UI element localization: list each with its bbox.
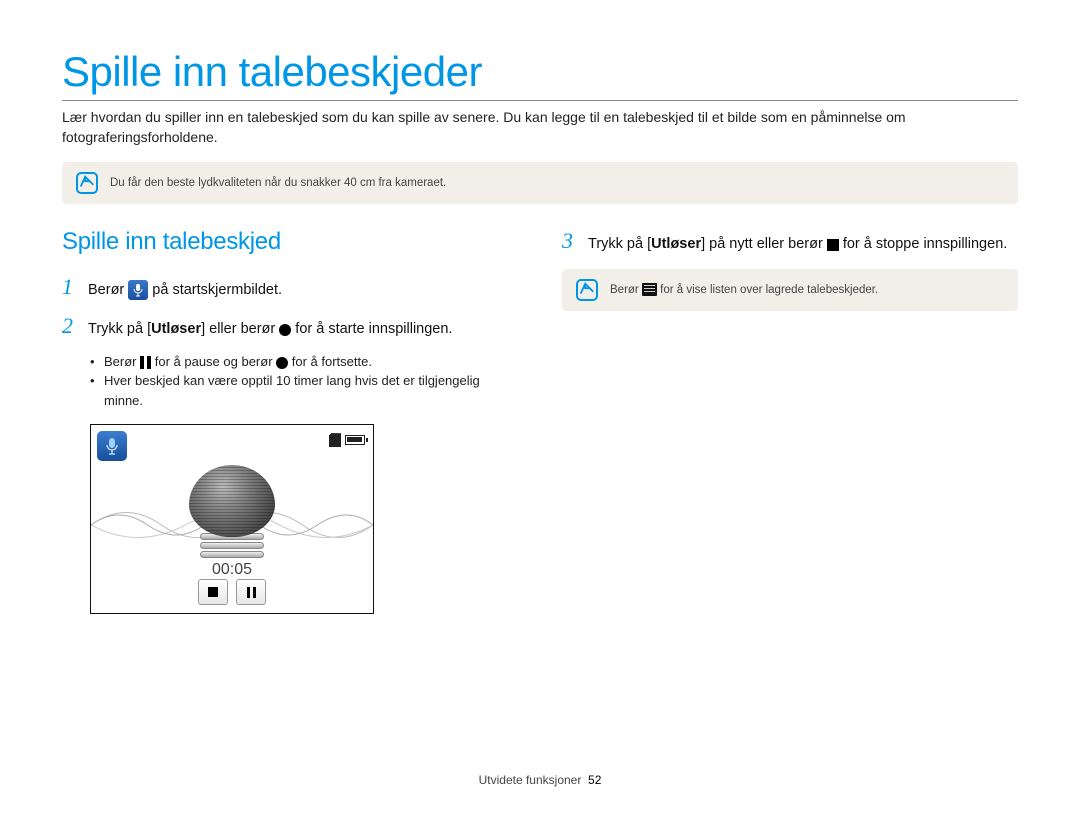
tip-box-quality: Du får den beste lydkvaliteten når du sn… [62, 162, 1018, 204]
step-number: 1 [62, 274, 80, 300]
microphone-graphic [189, 465, 275, 560]
record-icon [276, 357, 288, 369]
left-column: Spille inn talebeskjed 1 Berør på starts… [62, 228, 518, 615]
note-icon [576, 279, 598, 301]
page-title: Spille inn talebeskjeder [62, 48, 1018, 96]
step-3: 3 Trykk på [Utløser] på nytt eller berør… [562, 228, 1018, 255]
step-1: 1 Berør på startskjermbildet. [62, 274, 518, 301]
bullet-duration: Hver beskjed kan være opptil 10 timer la… [90, 371, 518, 410]
right-column: 3 Trykk på [Utløser] på nytt eller berør… [562, 228, 1018, 615]
note-icon [76, 172, 98, 194]
page-footer: Utvidete funksjoner 52 [0, 773, 1080, 787]
tip-text: Berør for å vise listen over lagrede tal… [610, 283, 878, 296]
stop-button[interactable] [198, 579, 228, 605]
battery-icon [345, 435, 365, 445]
step-2: 2 Trykk på [Utløser] eller berør for å s… [62, 313, 518, 340]
status-icons [329, 433, 365, 447]
device-screenshot: 00:05 [90, 424, 374, 614]
microphone-icon [128, 280, 148, 300]
tip-box-list: Berør for å vise listen over lagrede tal… [562, 269, 1018, 311]
bullet-pause: Berør for å pause og berør for å fortset… [90, 352, 518, 372]
mic-app-icon [97, 431, 127, 461]
title-divider [62, 100, 1018, 101]
step-number: 3 [562, 228, 580, 254]
step-2-text: Trykk på [Utløser] eller berør for å sta… [88, 319, 452, 340]
stop-icon [827, 239, 839, 251]
step-number: 2 [62, 313, 80, 339]
footer-section: Utvidete funksjoner [479, 773, 582, 787]
section-title: Spille inn talebeskjed [62, 228, 518, 256]
playback-controls [198, 579, 266, 605]
step-1-text: Berør på startskjermbildet. [88, 280, 282, 301]
page-number: 52 [588, 773, 601, 787]
record-icon [279, 324, 291, 336]
pause-button[interactable] [236, 579, 266, 605]
pause-icon [140, 356, 151, 369]
step-3-text: Trykk på [Utløser] på nytt eller berør f… [588, 234, 1007, 255]
sd-card-icon [329, 433, 341, 447]
intro-text: Lær hvordan du spiller inn en talebeskje… [62, 107, 1018, 148]
tip-text: Du får den beste lydkvaliteten når du sn… [110, 177, 446, 189]
list-icon [642, 283, 657, 296]
recording-timer: 00:05 [212, 561, 252, 579]
step-2-bullets: Berør for å pause og berør for å fortset… [90, 352, 518, 411]
